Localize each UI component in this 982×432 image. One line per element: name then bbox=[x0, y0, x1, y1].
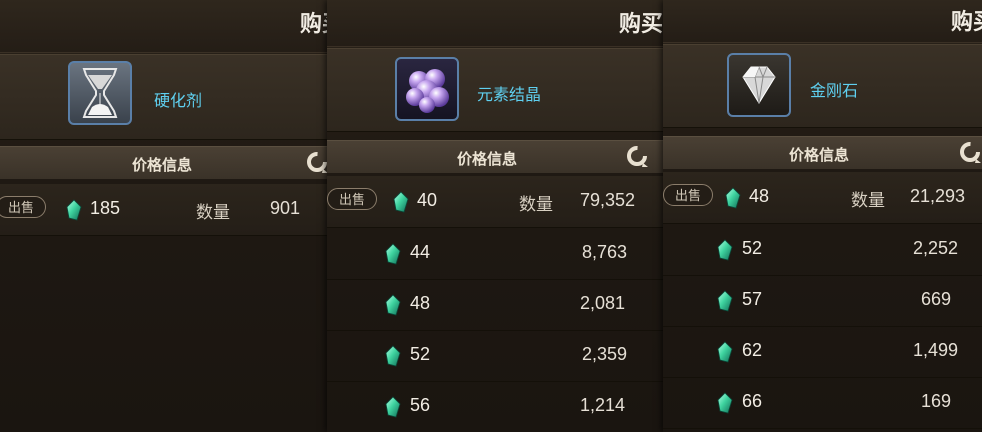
buy-tab[interactable]: 购买 bbox=[951, 4, 982, 36]
order-row[interactable]: 56 1,214 bbox=[327, 381, 663, 432]
gem-icon bbox=[66, 199, 82, 221]
price-value: 62 bbox=[742, 340, 763, 360]
price-info-header: 价格信息 bbox=[663, 136, 982, 169]
sell-button[interactable]: 出售 bbox=[327, 188, 377, 210]
price-value: 66 bbox=[742, 391, 763, 411]
gem-icon bbox=[385, 345, 401, 367]
item-name: 金刚石 bbox=[810, 83, 859, 100]
quantity-value: 2,081 bbox=[579, 293, 625, 313]
quantity-value: 21,293 bbox=[909, 186, 965, 206]
gem-icon bbox=[725, 187, 741, 209]
order-row[interactable]: 62 1,499 bbox=[663, 326, 982, 378]
order-row[interactable]: 出售 48 数量 21,293 bbox=[663, 172, 982, 224]
crystal-cluster-icon bbox=[395, 57, 459, 121]
diamond-icon bbox=[727, 53, 791, 117]
gem-icon bbox=[385, 294, 401, 316]
price-info-title: 价格信息 bbox=[457, 151, 518, 168]
order-row[interactable]: 57 669 bbox=[663, 275, 982, 327]
panel-header: 购买 bbox=[663, 0, 982, 43]
item-name: 硬化剂 bbox=[154, 93, 203, 110]
price-value: 48 bbox=[749, 186, 770, 206]
gem-icon bbox=[385, 243, 401, 265]
gem-icon bbox=[717, 392, 733, 414]
quantity-value: 1,499 bbox=[912, 340, 958, 360]
refresh-icon[interactable] bbox=[957, 139, 982, 165]
order-row[interactable]: 52 2,359 bbox=[327, 330, 663, 382]
quantity-value: 2,252 bbox=[912, 238, 958, 258]
gem-icon bbox=[385, 396, 401, 418]
price-info-title: 价格信息 bbox=[789, 147, 850, 164]
price-info-header: 价格信息 bbox=[327, 140, 663, 173]
price-value: 48 bbox=[410, 293, 431, 313]
order-row[interactable]: 66 169 bbox=[663, 377, 982, 429]
price-info-title: 价格信息 bbox=[132, 157, 193, 174]
buy-tab[interactable]: 购买 bbox=[619, 6, 663, 38]
price-value: 57 bbox=[742, 289, 763, 309]
panel-header: 购买 bbox=[327, 0, 663, 47]
price-value: 185 bbox=[90, 198, 121, 218]
price-value: 44 bbox=[410, 242, 431, 262]
quantity-value: 669 bbox=[920, 289, 951, 309]
order-row[interactable]: 52 2,252 bbox=[663, 224, 982, 276]
quantity-value: 79,352 bbox=[579, 190, 635, 210]
quantity-value: 2,359 bbox=[581, 344, 627, 364]
price-value: 52 bbox=[742, 238, 763, 258]
order-row[interactable]: 48 2,081 bbox=[327, 279, 663, 331]
order-row[interactable]: 出售 185 数量 901 bbox=[0, 184, 327, 236]
market-panel-diamond: 购买 金刚石 价格信息 出售 48 数量 21,293 52 2,252 57 bbox=[663, 0, 982, 432]
price-value: 56 bbox=[410, 395, 431, 415]
sell-button[interactable]: 出售 bbox=[663, 184, 713, 206]
item-name: 元素结晶 bbox=[477, 87, 542, 104]
gem-icon bbox=[393, 191, 409, 213]
hourglass-icon bbox=[68, 61, 132, 125]
order-row[interactable]: 出售 40 数量 79,352 bbox=[327, 176, 663, 228]
quantity-value: 8,763 bbox=[581, 242, 627, 262]
item-row: 硬化剂 bbox=[0, 54, 327, 140]
quantity-value: 169 bbox=[920, 391, 951, 411]
market-panel-hardener: 购买 硬化剂 价格信息 出售 185 数量 901 bbox=[0, 0, 327, 432]
gem-icon bbox=[717, 290, 733, 312]
quantity-value: 1,214 bbox=[579, 395, 625, 415]
price-info-header: 价格信息 bbox=[0, 146, 327, 179]
refresh-icon[interactable] bbox=[304, 149, 327, 175]
quantity-value: 901 bbox=[269, 198, 300, 218]
gem-icon bbox=[717, 239, 733, 261]
order-row[interactable]: 44 8,763 bbox=[327, 228, 663, 280]
gem-icon bbox=[717, 341, 733, 363]
sell-button[interactable]: 出售 bbox=[0, 196, 46, 218]
panel-header: 购买 bbox=[0, 0, 327, 53]
market-panel-element-crystal: 购买 元素结晶 价格信息 出售 40 数量 79,352 44 8,763 48… bbox=[327, 0, 663, 432]
buy-tab[interactable]: 购买 bbox=[300, 6, 327, 38]
item-row: 元素结晶 bbox=[327, 48, 663, 132]
price-value: 40 bbox=[417, 190, 438, 210]
item-row: 金刚石 bbox=[663, 44, 982, 128]
price-value: 52 bbox=[410, 344, 431, 364]
refresh-icon[interactable] bbox=[624, 143, 650, 169]
